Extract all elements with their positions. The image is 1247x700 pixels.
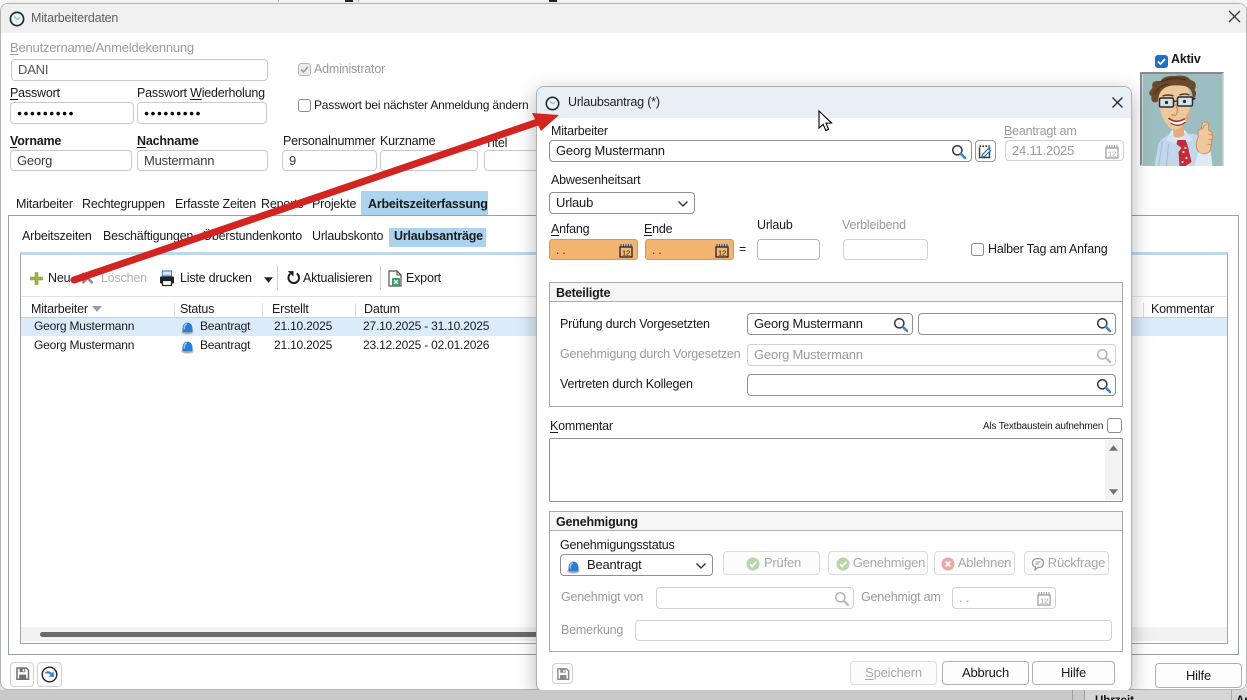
svg-text:12: 12 — [1108, 150, 1116, 159]
svg-text:12: 12 — [718, 249, 726, 258]
svg-text:12: 12 — [1040, 597, 1048, 606]
svg-text:12: 12 — [622, 249, 630, 258]
